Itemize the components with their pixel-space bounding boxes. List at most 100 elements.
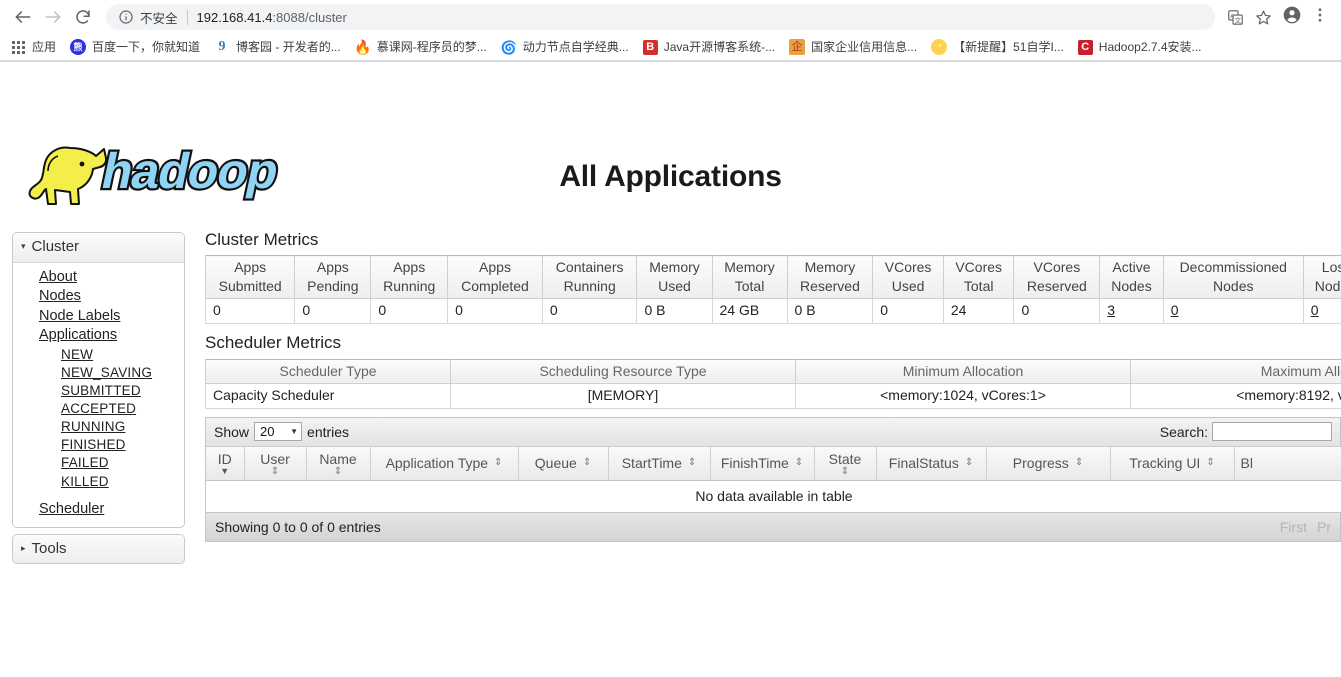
col-memory-used: Memory Used: [636, 255, 713, 300]
sidebar-section-cluster[interactable]: ▾ Cluster: [13, 233, 184, 263]
search-label: Search:: [1159, 423, 1208, 440]
col-queue[interactable]: Queue ⇕: [518, 446, 609, 481]
page-length-value: 20: [260, 424, 275, 440]
url-host: 192.168.41.4: [196, 9, 273, 25]
page-body: hadoop All Applications ▾ Cluster About …: [0, 62, 1341, 677]
col-id[interactable]: ID ▼: [206, 446, 245, 481]
cell-decommissioned-nodes[interactable]: 0: [1162, 298, 1304, 325]
nav-block-cluster: ▾ Cluster About Nodes Node Labels Applic…: [12, 232, 185, 528]
col-starttime[interactable]: StartTime ⇕: [608, 446, 711, 481]
profile-button[interactable]: [1277, 2, 1307, 32]
sidebar-item-finished[interactable]: FINISHED: [13, 436, 184, 454]
header-line2: Total: [963, 277, 994, 294]
bookmark-java-blog[interactable]: B Java开源博客系统-...: [639, 36, 783, 58]
pagination-previous-button[interactable]: Pr: [1317, 520, 1331, 534]
csdn-icon: C: [1077, 39, 1093, 55]
translate-button[interactable]: 文A: [1221, 3, 1249, 31]
header-line1: Apps: [479, 259, 511, 276]
col-state[interactable]: State ⇕: [814, 446, 877, 481]
col-finishtime[interactable]: FinishTime ⇕: [710, 446, 815, 481]
sidebar-item-new[interactable]: NEW: [13, 345, 184, 363]
bookmark-hadoop-install[interactable]: C Hadoop2.7.4安装...: [1074, 36, 1210, 58]
sidebar-item-node-labels[interactable]: Node Labels: [13, 306, 184, 325]
chevron-down-icon: ▼: [290, 426, 299, 436]
sidebar-item-killed[interactable]: KILLED: [13, 472, 184, 490]
sidebar-item-nodes[interactable]: Nodes: [13, 287, 184, 306]
bookmark-star-button[interactable]: [1249, 3, 1277, 31]
col-minimum-allocation: Minimum Allocation: [795, 358, 1131, 384]
bookmark-51zixue[interactable]: ◔ 【新提醒】51自学I...: [927, 36, 1072, 58]
bookmark-apps[interactable]: 应用: [6, 36, 64, 58]
col-maximum-allocation: Maximum Allocation: [1130, 358, 1341, 384]
search-input[interactable]: [1212, 422, 1332, 442]
header-line2: Submitted: [218, 277, 282, 294]
col-vcores-used: VCores Used: [872, 255, 944, 300]
active-nodes-link[interactable]: 3: [1107, 302, 1115, 318]
security-status-label: 不安全: [140, 11, 178, 26]
col-user[interactable]: User ⇕: [244, 446, 307, 481]
bookmark-label: 国家企业信用信息...: [811, 40, 918, 54]
cell-scheduling-resource-type: [MEMORY]: [450, 383, 796, 409]
reload-button[interactable]: [68, 2, 98, 32]
sidebar-item-new-saving[interactable]: NEW_SAVING: [13, 363, 184, 381]
col-label: Tracking UI: [1129, 454, 1201, 471]
header-line2: Total: [734, 277, 765, 294]
bookmark-label: 【新提醒】51自学I...: [953, 40, 1064, 54]
back-button[interactable]: [8, 2, 38, 32]
bookmark-label: Java开源博客系统-...: [663, 40, 776, 54]
bookmark-baidu[interactable]: 熊 百度一下，你就知道: [66, 36, 208, 58]
applications-datatable: Show 20 ▼ entries Search: ID ▼ User ⇕ Na…: [205, 416, 1341, 542]
col-label: Progress: [1012, 454, 1069, 471]
col-apps-completed: Apps Completed: [447, 255, 543, 300]
bookmark-gov-credit[interactable]: 企 国家企业信用信息...: [785, 36, 925, 58]
page-length-select[interactable]: 20 ▼: [254, 422, 303, 442]
col-scheduling-resource-type: Scheduling Resource Type: [450, 358, 796, 384]
decommissioned-nodes-link[interactable]: 0: [1171, 302, 1179, 318]
imooc-flame-icon: 🔥: [353, 39, 372, 55]
sidebar-item-about[interactable]: About: [13, 268, 184, 287]
sidebar-section-label: Cluster: [31, 238, 80, 255]
cell-active-nodes[interactable]: 3: [1099, 298, 1164, 325]
bookmark-cnblogs[interactable]: 9 博客园 - 开发者的...: [210, 36, 349, 58]
col-label: Application Type: [385, 454, 489, 471]
col-finalstatus[interactable]: FinalStatus ⇕: [876, 446, 987, 481]
sidebar-item-failed[interactable]: FAILED: [13, 454, 184, 472]
header-line2: Used: [891, 277, 925, 294]
browser-menu-button[interactable]: [1307, 2, 1333, 32]
sidebar-item-scheduler[interactable]: Scheduler: [13, 499, 184, 518]
col-scheduler-type: Scheduler Type: [205, 358, 451, 384]
sort-both-icon: ⇕: [1206, 456, 1215, 468]
cell-vcores-total: 24: [942, 298, 1015, 325]
col-name[interactable]: Name ⇕: [306, 446, 371, 481]
header-line1: Decommissioned: [1179, 259, 1287, 276]
forward-button[interactable]: [38, 2, 68, 32]
col-tracking-ui[interactable]: Tracking UI ⇕: [1110, 446, 1235, 481]
col-blacklisted-nodes[interactable]: Bl: [1234, 446, 1341, 481]
cnblogs-icon: 9: [218, 39, 226, 54]
info-circle-icon[interactable]: [118, 9, 134, 25]
back-arrow-icon: [13, 7, 33, 27]
col-application-type[interactable]: Application Type ⇕: [370, 446, 519, 481]
header-line1: Apps: [316, 259, 349, 276]
sidebar: ▾ Cluster About Nodes Node Labels Applic…: [12, 232, 185, 570]
sidebar-item-applications[interactable]: Applications: [13, 326, 184, 345]
lost-nodes-link[interactable]: 0: [1311, 302, 1319, 318]
col-label: FinishTime: [720, 454, 789, 471]
sidebar-item-submitted[interactable]: SUBMITTED: [13, 381, 184, 399]
bookmark-bjpowernode[interactable]: 🌀 动力节点自学经典...: [497, 36, 637, 58]
col-progress[interactable]: Progress ⇕: [986, 446, 1111, 481]
java-blog-icon: B: [642, 39, 658, 55]
address-bar[interactable]: 不安全 192.168.41.4:8088/cluster: [106, 4, 1215, 30]
cell-lost-nodes[interactable]: 0: [1302, 298, 1341, 325]
bookmark-label: 动力节点自学经典...: [522, 40, 629, 54]
sidebar-item-accepted[interactable]: ACCEPTED: [13, 400, 184, 418]
pagination-first-button[interactable]: First: [1280, 520, 1307, 534]
sort-both-icon: ⇕: [582, 456, 592, 468]
sidebar-section-tools[interactable]: ▸ Tools: [13, 534, 184, 564]
bookmark-label: Hadoop2.7.4安装...: [1098, 40, 1202, 54]
bookmark-imooc[interactable]: 🔥 慕课网-程序员的梦...: [351, 36, 495, 58]
browser-chrome: 不安全 192.168.41.4:8088/cluster 文A 应用 熊 百度…: [0, 0, 1341, 62]
sidebar-item-running[interactable]: RUNNING: [13, 418, 184, 436]
page-header: hadoop All Applications: [0, 62, 1341, 205]
svg-text:A: A: [1230, 13, 1234, 19]
